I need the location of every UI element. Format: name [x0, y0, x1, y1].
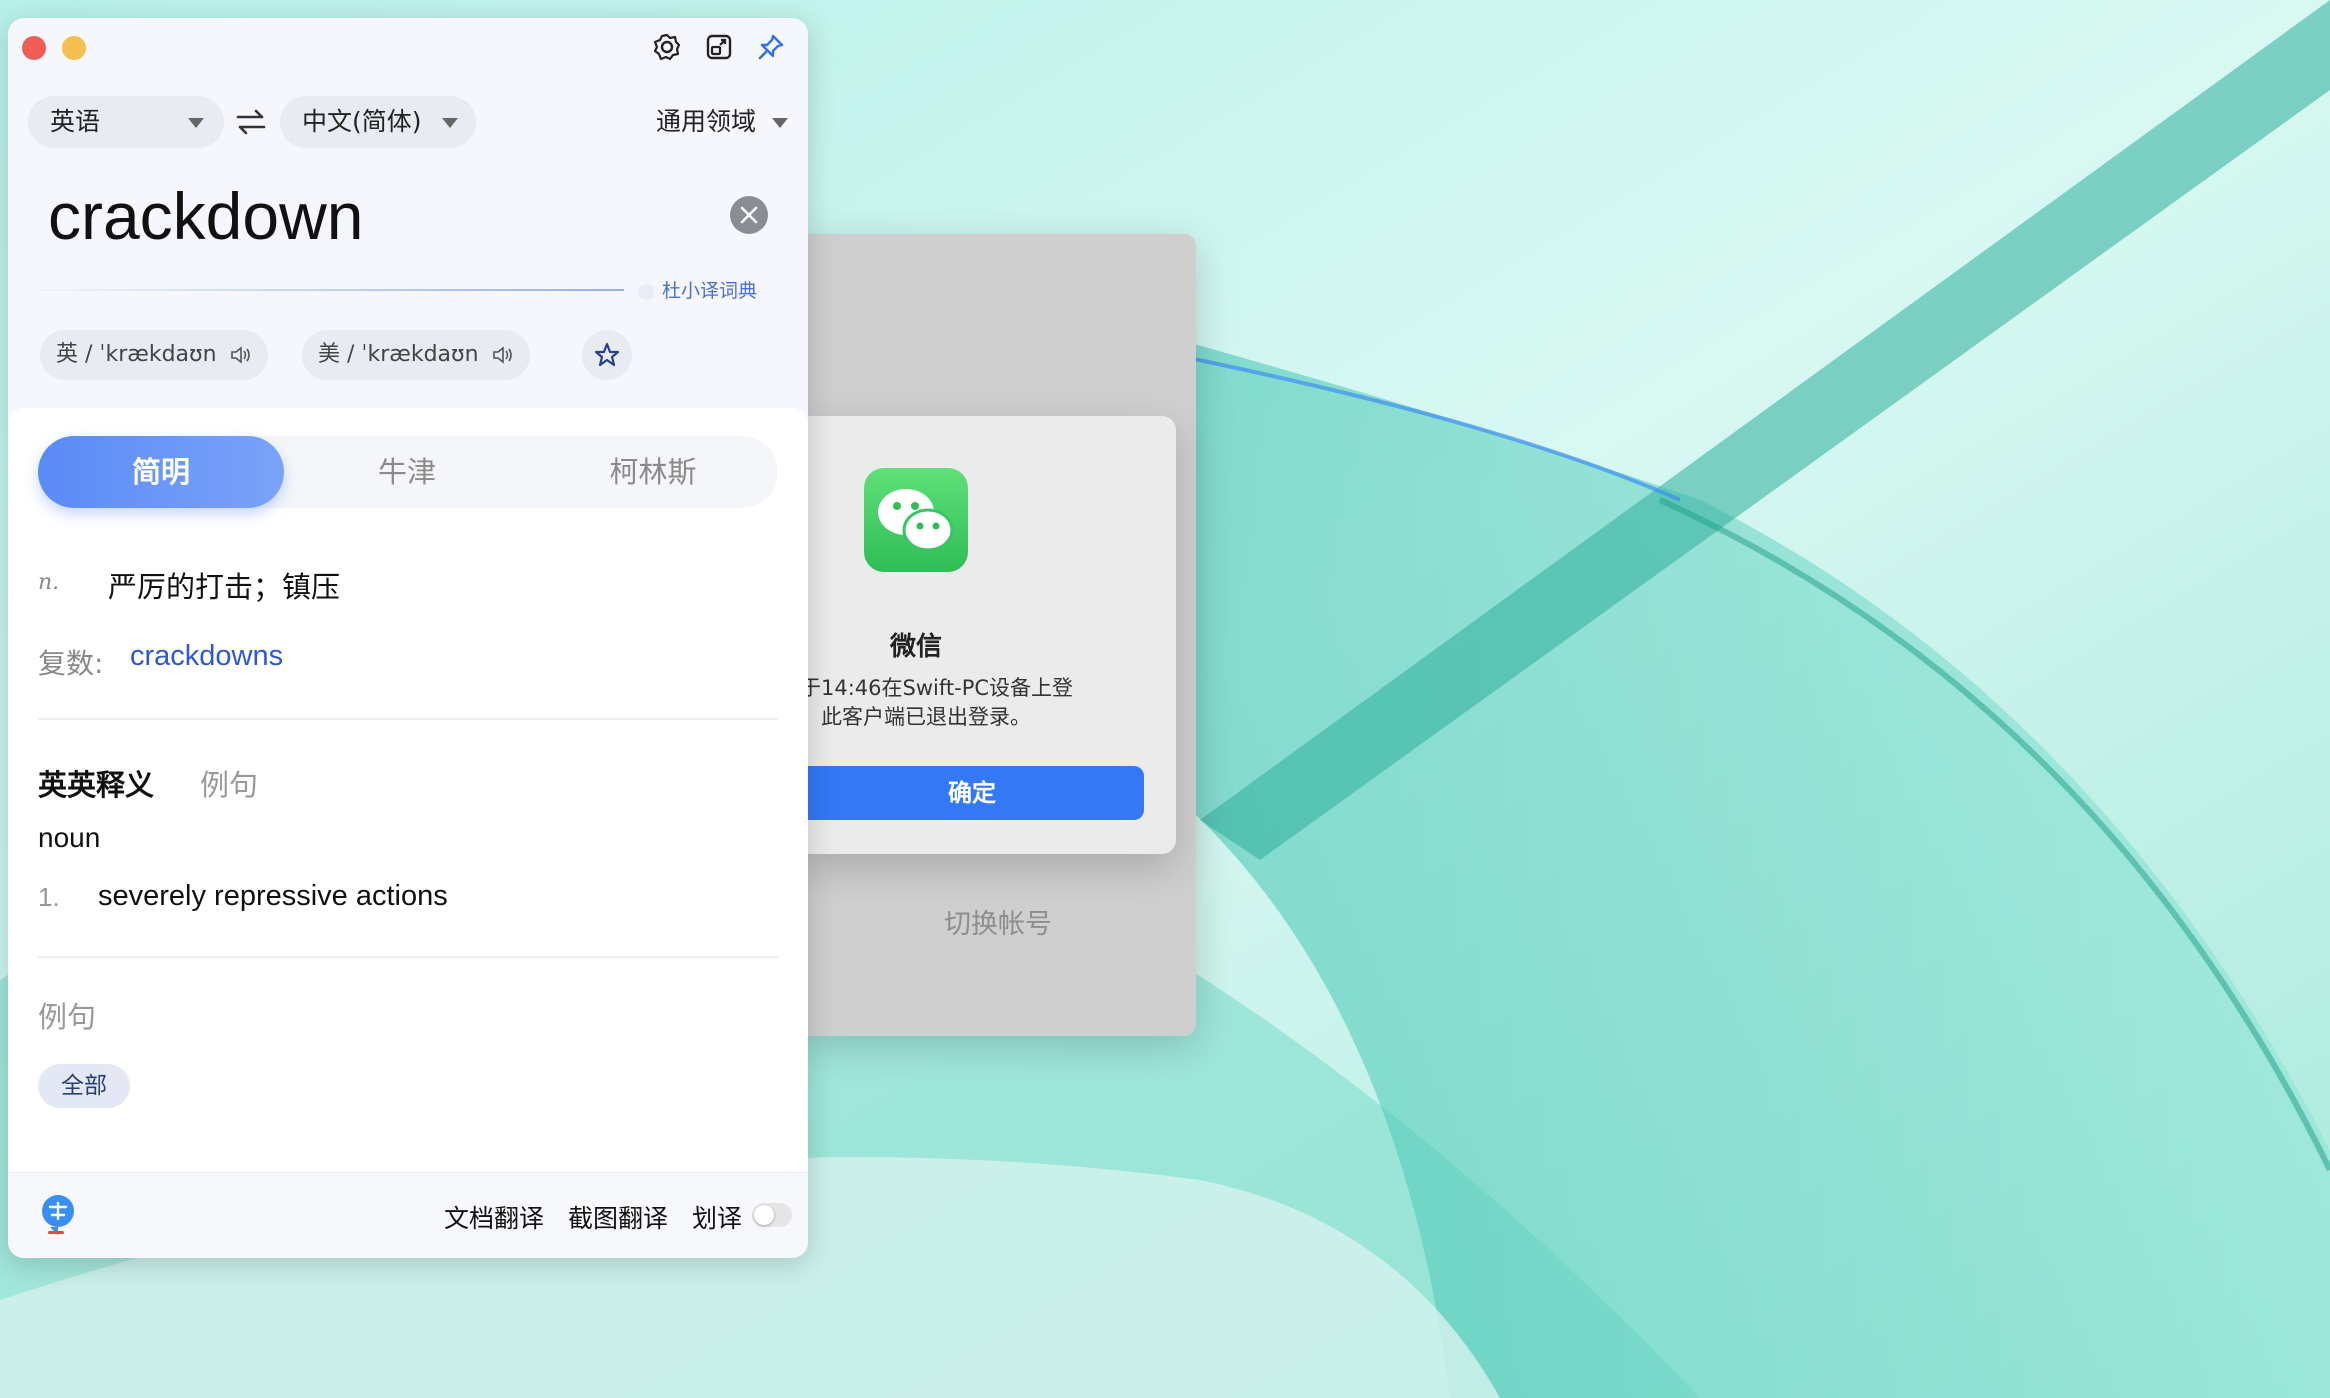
document-translate-button[interactable]: 文档翻译 — [444, 1199, 544, 1235]
speaker-icon — [230, 346, 250, 364]
dictionary-tabs: 简明 牛津 柯林斯 — [38, 436, 778, 508]
toggle-knob — [754, 1205, 774, 1225]
source-language-label: 英语 — [50, 107, 101, 136]
tab-collins[interactable]: 柯林斯 — [530, 436, 776, 508]
pin-icon[interactable] — [756, 32, 786, 62]
wechat-logo-icon — [864, 468, 968, 572]
footer-bar: 文档翻译 截图翻译 划译 — [8, 1172, 808, 1258]
screenshot-translate-button[interactable]: 截图翻译 — [568, 1199, 668, 1235]
result-panel: 简明 牛津 柯林斯 n. 严厉的打击；镇压 复数: crackdowns 英英释… — [8, 408, 808, 1198]
chevron-down-icon — [442, 118, 458, 128]
english-pos: noun — [38, 822, 101, 853]
star-icon — [594, 342, 620, 367]
english-definition: severely repressive actions — [98, 880, 448, 912]
phonetic-ipa: / ˈkrækdaʊn — [347, 342, 479, 367]
ok-button[interactable]: 确定 — [800, 766, 1144, 820]
swap-icon[interactable] — [234, 108, 268, 136]
app-logo-icon[interactable] — [38, 1193, 78, 1237]
section-tab-english-definitions[interactable]: 英英释义 — [38, 762, 154, 804]
input-underline — [40, 289, 624, 291]
switch-account-link[interactable]: 切换帐号 — [800, 902, 1196, 941]
phonetic-uk[interactable]: 英 / ˈkrækdaʊn — [40, 330, 268, 380]
alert-title: 微信 — [889, 632, 942, 662]
chevron-down-icon[interactable] — [772, 118, 788, 128]
chevron-down-icon — [188, 118, 204, 128]
domain-label: 通用领域 — [656, 107, 757, 136]
language-bar: 英语 中文(简体) 通用领域 — [8, 96, 808, 166]
tab-oxford[interactable]: 牛津 — [284, 436, 530, 508]
target-language-select[interactable]: 中文(简体) — [280, 96, 476, 148]
part-of-speech: n. — [38, 570, 60, 595]
phonetic-region: 英 — [56, 342, 79, 367]
plural-label: 复数: — [38, 647, 104, 680]
dictionary-logo-icon — [638, 283, 654, 300]
source-language-select[interactable]: 英语 — [28, 96, 224, 148]
translator-window: 英语 中文(简体) 通用领域 crackdown 杜小译词典 英 / ˈkræk… — [8, 18, 808, 1258]
plural-link[interactable]: crackdowns — [130, 640, 283, 673]
definition-number: 1. — [38, 882, 60, 912]
speaker-icon — [492, 346, 512, 364]
wechat-alert-dialog: 微信 于14:46在Swift-PC设备上登 。此客户端已退出登录。 确定 — [800, 416, 1176, 854]
close-window-button[interactable] — [22, 36, 46, 60]
select-translate-toggle[interactable] — [752, 1203, 792, 1227]
target-language-label: 中文(简体) — [302, 107, 422, 136]
window-icon[interactable] — [704, 32, 734, 62]
dictionary-source-label: 杜小译词典 — [662, 280, 758, 302]
clear-icon[interactable] — [730, 196, 768, 234]
minimize-window-button[interactable] — [62, 36, 86, 60]
tab-concise[interactable]: 简明 — [38, 436, 284, 508]
divider — [38, 956, 778, 958]
phonetic-region: 美 — [318, 342, 341, 367]
title-bar — [8, 18, 808, 74]
examples-filter-all[interactable]: 全部 — [38, 1064, 130, 1108]
favorite-button[interactable] — [582, 330, 632, 380]
phonetic-us[interactable]: 美 / ˈkrækdaʊn — [302, 330, 530, 380]
dictionary-source[interactable]: 杜小译词典 — [638, 276, 757, 303]
select-translate-label: 划译 — [692, 1204, 743, 1233]
alert-message-line2: 。此客户端已退出登录。 — [800, 705, 1031, 729]
domain-select[interactable]: 通用领域 — [656, 96, 756, 148]
definition-text: 严厉的打击；镇压 — [108, 570, 341, 604]
section-tab-examples[interactable]: 例句 — [200, 762, 258, 804]
examples-title: 例句 — [38, 1000, 97, 1034]
divider — [38, 718, 778, 720]
settings-icon[interactable] — [652, 32, 682, 62]
alert-message: 于14:46在Swift-PC设备上登 。此客户端已退出登录。 — [800, 674, 1160, 732]
phonetic-ipa: / ˈkrækdaʊn — [85, 342, 217, 367]
source-text-input[interactable]: crackdown — [48, 178, 363, 254]
alert-message-line1: 于14:46在Swift-PC设备上登 — [800, 676, 1074, 700]
